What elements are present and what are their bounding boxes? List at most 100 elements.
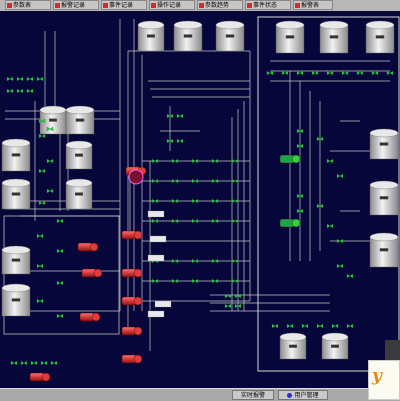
- toolbar-button-7[interactable]: 报警表: [293, 0, 333, 10]
- valve-icon[interactable]: [151, 278, 159, 284]
- valve-icon[interactable]: [231, 198, 239, 204]
- storage-tank-icon[interactable]: [365, 20, 395, 54]
- valve-icon[interactable]: [46, 188, 54, 194]
- valve-icon[interactable]: [336, 238, 344, 244]
- valve-icon[interactable]: [56, 313, 64, 319]
- main-pump-icon[interactable]: [128, 169, 144, 185]
- running-pump-icon[interactable]: [279, 218, 301, 228]
- pump-icon[interactable]: [29, 372, 51, 382]
- valve-icon[interactable]: [50, 360, 58, 366]
- valve-icon[interactable]: [326, 223, 334, 229]
- valve-icon[interactable]: [151, 198, 159, 204]
- toolbar-button-2[interactable]: 报警记录: [53, 0, 99, 10]
- storage-tank-icon[interactable]: [1, 245, 31, 275]
- storage-tank-icon[interactable]: [65, 140, 93, 170]
- pump-icon[interactable]: [77, 242, 99, 252]
- valve-icon[interactable]: [371, 70, 379, 76]
- valve-icon[interactable]: [341, 70, 349, 76]
- valve-icon[interactable]: [151, 158, 159, 164]
- valve-icon[interactable]: [151, 178, 159, 184]
- valve-icon[interactable]: [211, 178, 219, 184]
- pump-icon[interactable]: [121, 296, 143, 306]
- valve-icon[interactable]: [281, 70, 289, 76]
- valve-icon[interactable]: [286, 323, 294, 329]
- valve-icon[interactable]: [231, 258, 239, 264]
- storage-tank-icon[interactable]: [275, 20, 305, 54]
- valve-icon[interactable]: [386, 70, 394, 76]
- storage-tank-icon[interactable]: [173, 20, 203, 52]
- valve-icon[interactable]: [16, 76, 24, 82]
- valve-icon[interactable]: [171, 158, 179, 164]
- valve-icon[interactable]: [6, 76, 14, 82]
- storage-tank-icon[interactable]: [1, 283, 31, 317]
- valve-icon[interactable]: [191, 258, 199, 264]
- valve-icon[interactable]: [26, 76, 34, 82]
- valve-icon[interactable]: [36, 298, 44, 304]
- valve-icon[interactable]: [38, 168, 46, 174]
- valve-icon[interactable]: [38, 200, 46, 206]
- running-pump-icon[interactable]: [279, 154, 301, 164]
- storage-tank-icon[interactable]: [321, 332, 349, 360]
- valve-icon[interactable]: [171, 218, 179, 224]
- valve-icon[interactable]: [211, 158, 219, 164]
- valve-icon[interactable]: [151, 218, 159, 224]
- valve-icon[interactable]: [191, 198, 199, 204]
- valve-icon[interactable]: [171, 278, 179, 284]
- valve-icon[interactable]: [56, 280, 64, 286]
- pump-icon[interactable]: [81, 268, 103, 278]
- pump-icon[interactable]: [121, 354, 143, 364]
- storage-tank-icon[interactable]: [1, 178, 31, 210]
- valve-icon[interactable]: [224, 303, 232, 309]
- valve-icon[interactable]: [271, 323, 279, 329]
- valve-icon[interactable]: [231, 158, 239, 164]
- valve-icon[interactable]: [56, 218, 64, 224]
- user-manage-button[interactable]: 用户管理: [278, 390, 328, 400]
- valve-icon[interactable]: [336, 173, 344, 179]
- valve-icon[interactable]: [211, 218, 219, 224]
- valve-icon[interactable]: [346, 323, 354, 329]
- valve-icon[interactable]: [26, 88, 34, 94]
- valve-icon[interactable]: [211, 258, 219, 264]
- valve-icon[interactable]: [171, 198, 179, 204]
- valve-icon[interactable]: [231, 178, 239, 184]
- valve-icon[interactable]: [10, 360, 18, 366]
- valve-icon[interactable]: [224, 293, 232, 299]
- pump-icon[interactable]: [121, 326, 143, 336]
- storage-tank-icon[interactable]: [215, 20, 245, 52]
- valve-icon[interactable]: [176, 113, 184, 119]
- valve-icon[interactable]: [191, 218, 199, 224]
- valve-icon[interactable]: [176, 138, 184, 144]
- valve-icon[interactable]: [311, 70, 319, 76]
- valve-icon[interactable]: [336, 263, 344, 269]
- valve-icon[interactable]: [38, 133, 46, 139]
- valve-icon[interactable]: [301, 323, 309, 329]
- valve-icon[interactable]: [171, 178, 179, 184]
- valve-icon[interactable]: [36, 263, 44, 269]
- valve-icon[interactable]: [6, 88, 14, 94]
- storage-tank-icon[interactable]: [137, 20, 165, 52]
- storage-tank-icon[interactable]: [279, 332, 307, 360]
- valve-icon[interactable]: [20, 360, 28, 366]
- storage-tank-icon[interactable]: [319, 20, 349, 54]
- pump-icon[interactable]: [79, 312, 101, 322]
- storage-tank-icon[interactable]: [65, 178, 93, 210]
- valve-icon[interactable]: [346, 273, 354, 279]
- valve-icon[interactable]: [296, 70, 304, 76]
- valve-icon[interactable]: [231, 218, 239, 224]
- valve-icon[interactable]: [331, 323, 339, 329]
- valve-icon[interactable]: [326, 158, 334, 164]
- valve-icon[interactable]: [211, 278, 219, 284]
- valve-icon[interactable]: [16, 88, 24, 94]
- valve-icon[interactable]: [211, 198, 219, 204]
- valve-icon[interactable]: [326, 70, 334, 76]
- realtime-alarm-button[interactable]: 实时报警: [232, 390, 274, 400]
- valve-icon[interactable]: [266, 70, 274, 76]
- storage-tank-icon[interactable]: [369, 232, 399, 268]
- valve-icon[interactable]: [36, 233, 44, 239]
- storage-tank-icon[interactable]: [369, 128, 399, 160]
- toolbar-button-6[interactable]: 事件状态: [245, 0, 291, 10]
- valve-icon[interactable]: [191, 158, 199, 164]
- valve-icon[interactable]: [40, 360, 48, 366]
- valve-icon[interactable]: [316, 323, 324, 329]
- pump-icon[interactable]: [121, 230, 143, 240]
